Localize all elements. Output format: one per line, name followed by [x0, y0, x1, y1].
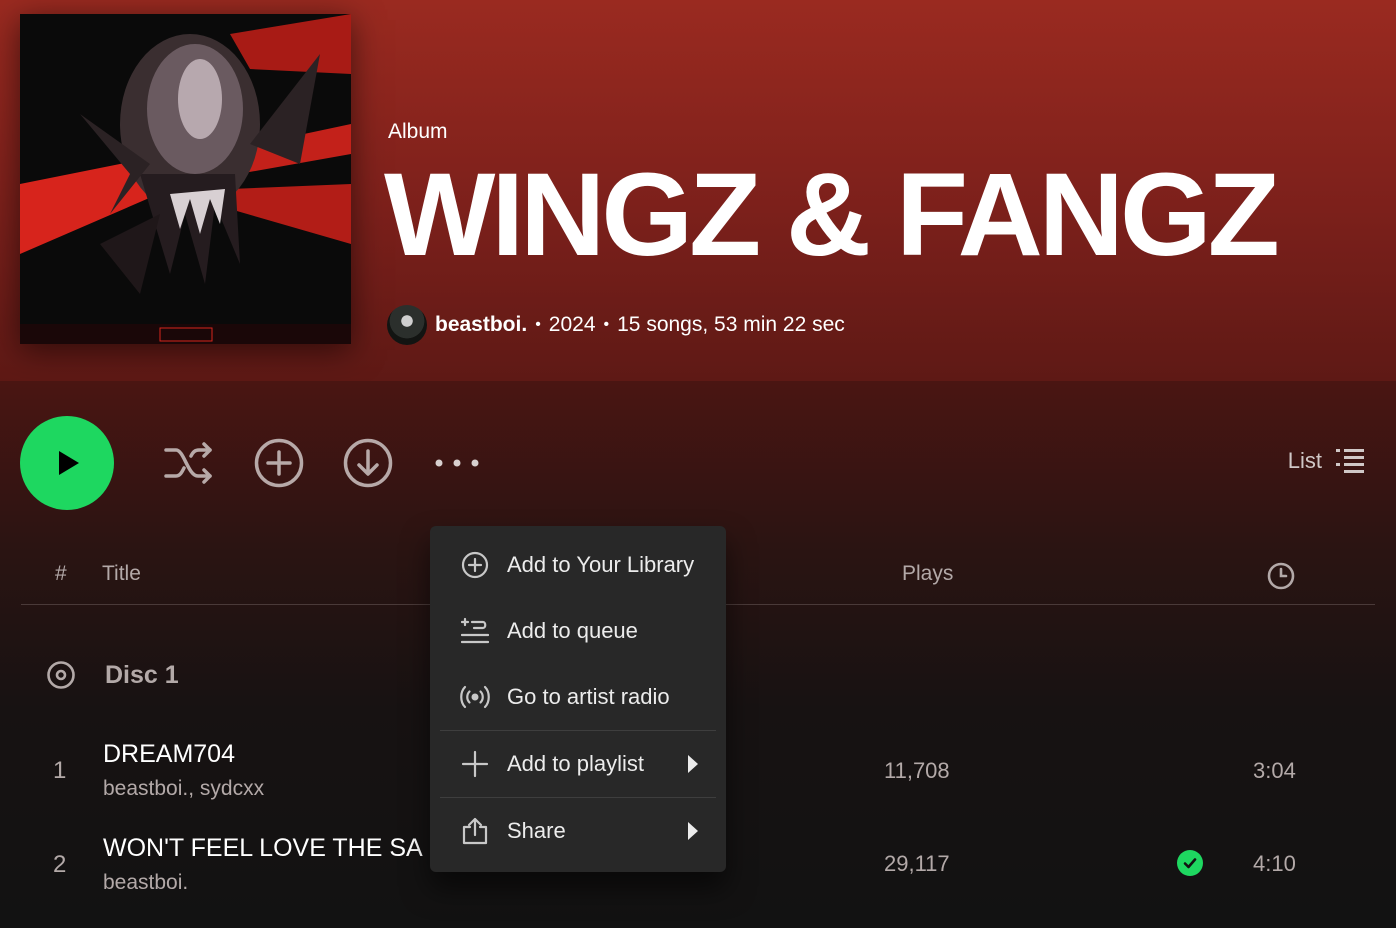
column-number: #: [55, 562, 67, 585]
play-button[interactable]: [20, 416, 114, 510]
shuffle-button[interactable]: [164, 437, 216, 489]
clock-icon: [1267, 562, 1295, 590]
shuffle-icon: [164, 442, 212, 484]
menu-item-artist-radio[interactable]: Go to artist radio: [436, 664, 720, 730]
save-to-library-button[interactable]: [253, 437, 305, 489]
menu-item-add-to-library[interactable]: Add to Your Library: [436, 532, 720, 598]
column-title[interactable]: Title: [102, 562, 141, 586]
view-toggle[interactable]: List: [1288, 448, 1364, 474]
track-artists[interactable]: beastboi., sydcxx: [103, 777, 264, 801]
album-type-label: Album: [388, 120, 448, 143]
release-year: 2024: [548, 313, 596, 336]
download-button[interactable]: [342, 437, 394, 489]
menu-item-add-to-playlist[interactable]: Add to playlist: [436, 731, 720, 797]
track-artists[interactable]: beastboi.: [103, 871, 188, 895]
plus-circle-icon: [460, 550, 490, 580]
download-icon: [343, 438, 393, 488]
artist-avatar[interactable]: [387, 305, 427, 345]
album-cover[interactable]: [20, 14, 351, 344]
disc-header: Disc 1: [46, 660, 179, 690]
radio-icon: [460, 682, 490, 712]
menu-item-add-to-queue[interactable]: Add to queue: [436, 598, 720, 664]
add-to-queue-icon: [460, 616, 490, 646]
track-title[interactable]: DREAM704: [103, 740, 235, 769]
meta-separator: •: [603, 316, 610, 333]
meta-separator: •: [535, 316, 541, 333]
share-icon: [460, 816, 490, 846]
list-icon: [1336, 449, 1364, 473]
submenu-arrow-icon: [688, 822, 698, 840]
submenu-arrow-icon: [688, 755, 698, 773]
track-plays: 11,708: [884, 758, 950, 783]
saved-check-icon[interactable]: [1177, 850, 1203, 876]
column-plays: Plays: [902, 562, 954, 585]
menu-item-share[interactable]: Share: [436, 798, 720, 864]
track-number: 2: [53, 851, 67, 878]
column-duration: [1267, 562, 1295, 596]
disc-icon: [47, 661, 75, 689]
track-plays: 29,117: [884, 851, 950, 876]
plus-circle-icon: [254, 438, 304, 488]
album-title: WINGZ & FANGZ: [384, 149, 1280, 281]
menu-item-label: Add to Your Library: [507, 552, 695, 577]
context-menu: Add to Your Library Add to queue Go to a…: [430, 526, 726, 872]
menu-item-label: Add to playlist: [507, 751, 644, 776]
track-number: 1: [53, 757, 67, 784]
more-icon: [435, 459, 479, 467]
view-toggle-label: List: [1287, 448, 1322, 473]
plus-icon: [460, 749, 490, 779]
menu-item-label: Add to queue: [507, 618, 638, 643]
track-duration: 4:10: [1253, 851, 1296, 876]
track-title[interactable]: WON'T FEEL LOVE THE SA: [103, 834, 423, 863]
artist-link[interactable]: beastboi.: [435, 313, 527, 337]
album-cover-art: [20, 14, 351, 344]
play-icon: [59, 451, 79, 475]
more-options-button[interactable]: [431, 437, 483, 489]
album-summary: 15 songs, 53 min 22 sec: [617, 313, 845, 336]
disc-label: Disc 1: [105, 660, 179, 689]
menu-item-label: Go to artist radio: [507, 684, 670, 709]
album-meta: beastboi. • 2024 • 15 songs, 53 min 22 s…: [387, 305, 845, 345]
track-duration: 3:04: [1253, 758, 1296, 783]
menu-item-label: Share: [507, 818, 566, 843]
